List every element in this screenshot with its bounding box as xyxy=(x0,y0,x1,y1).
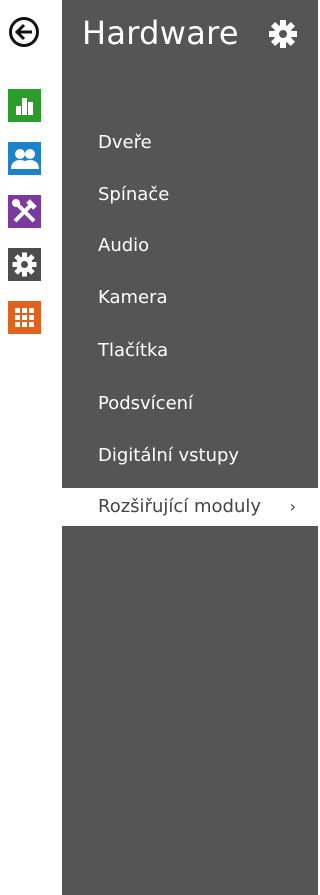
gear-icon[interactable] xyxy=(267,18,299,50)
grid-icon xyxy=(8,301,41,334)
directory-tile[interactable] xyxy=(8,301,41,334)
menu-item-label: Audio xyxy=(98,235,150,256)
icon-rail xyxy=(0,0,62,895)
menu-item-podsviceni[interactable]: Podsvícení xyxy=(62,385,318,423)
chart-icon xyxy=(8,89,41,122)
menu-item-label: Rozšiřující moduly xyxy=(98,496,262,517)
menu-item-label: Digitální vstupy xyxy=(98,445,240,466)
menu-item-tlacitka[interactable]: Tlačítka xyxy=(62,332,318,370)
menu-item-dvere[interactable]: Dveře xyxy=(62,124,318,162)
settings-tile[interactable] xyxy=(8,248,41,281)
menu-item-label: Spínače xyxy=(98,184,170,205)
menu-item-audio[interactable]: Audio xyxy=(62,227,318,265)
page-title: Hardware xyxy=(82,14,239,52)
menu-item-label: Kamera xyxy=(98,287,168,308)
status-tile[interactable] xyxy=(8,89,41,122)
tools-icon xyxy=(8,195,41,228)
arrow-left-icon xyxy=(15,23,32,41)
hardware-panel: Hardware Dveře Spínače Audio Kamera Tlač… xyxy=(62,0,318,895)
users-tile[interactable] xyxy=(8,142,41,175)
users-icon xyxy=(8,142,41,175)
back-button[interactable] xyxy=(9,17,39,47)
tools-tile[interactable] xyxy=(8,195,41,228)
chevron-right-icon: › xyxy=(289,497,296,516)
menu-item-rozsirujici-moduly[interactable]: Rozšiřující moduly › xyxy=(62,488,318,526)
menu-item-spinace[interactable]: Spínače xyxy=(62,176,318,214)
menu-item-label: Dveře xyxy=(98,132,152,153)
menu-item-kamera[interactable]: Kamera xyxy=(62,279,318,317)
menu-item-label: Tlačítka xyxy=(98,340,169,361)
menu-item-digitalni-vstupy[interactable]: Digitální vstupy xyxy=(62,437,318,475)
gear-icon xyxy=(8,248,41,281)
menu-item-label: Podsvícení xyxy=(98,393,194,414)
